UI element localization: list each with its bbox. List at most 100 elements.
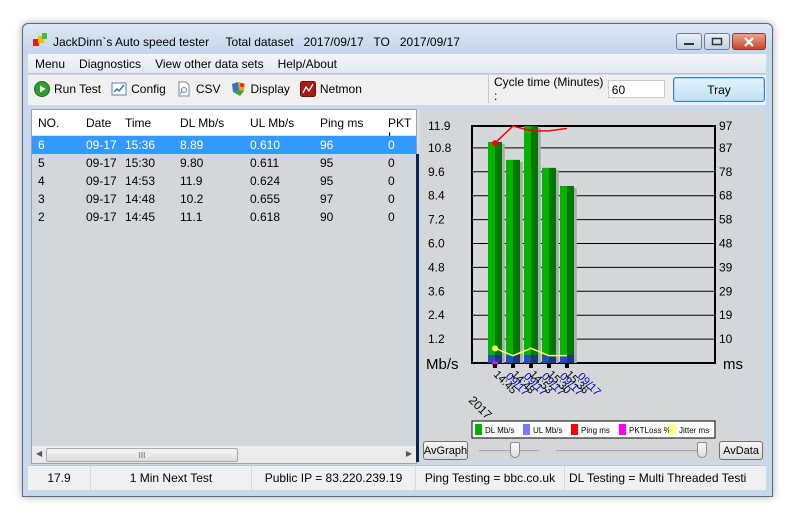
table-row[interactable]: 4 09-17 14:53 11.9 0.624 95 0 xyxy=(32,172,416,190)
ul-bar-side xyxy=(567,355,574,363)
scroll-left-icon[interactable]: ◀ xyxy=(36,449,42,458)
dl-bar-side xyxy=(549,167,556,363)
graph-slider-track[interactable] xyxy=(479,450,539,453)
avgraph-button[interactable]: AvGraph xyxy=(423,441,468,460)
legend-label: DL Mb/s xyxy=(485,426,515,435)
legend-label: Jitter ms xyxy=(679,426,709,435)
data-slider-thumb[interactable] xyxy=(697,442,707,458)
legend-label: PKTLoss % xyxy=(629,426,671,435)
close-icon xyxy=(744,36,754,47)
cell-dl: 11.1 xyxy=(180,210,203,224)
csv-label: CSV xyxy=(195,82,221,96)
column-header-ul[interactable]: UL Mb/s xyxy=(250,116,294,130)
table-row[interactable]: 6 09-17 15:36 8.89 0.610 96 0 xyxy=(32,136,416,154)
cell-ping: 96 xyxy=(320,138,334,152)
data-slider-track[interactable] xyxy=(556,450,702,453)
legend-label: UL Mb/s xyxy=(533,426,563,435)
menu-help-about[interactable]: Help/About xyxy=(271,57,344,71)
close-button[interactable] xyxy=(732,33,766,50)
maximize-button[interactable] xyxy=(704,33,730,50)
left-tick-label: 11.9 xyxy=(428,119,451,133)
cell-no: 5 xyxy=(38,156,45,170)
cell-time: 15:36 xyxy=(125,138,156,152)
status-public-ip: Public IP = 83.220.239.19 xyxy=(252,466,416,490)
right-tick-label: 97 xyxy=(719,119,733,133)
netmon-label: Netmon xyxy=(319,82,362,96)
title-bar: JackDinn`s Auto speed tester Total datas… xyxy=(23,24,772,54)
menu-diagnostics[interactable]: Diagnostics xyxy=(72,57,148,71)
status-value: 17.9 xyxy=(28,466,91,490)
cell-date: 09-17 xyxy=(86,210,117,224)
pane-splitter[interactable] xyxy=(416,154,419,462)
cell-dl: 9.80 xyxy=(180,156,204,170)
left-tick-label: 10.8 xyxy=(428,141,452,155)
legend-swatch xyxy=(619,424,626,435)
avdata-button[interactable]: AvData xyxy=(719,441,763,460)
left-tick-label: 6.0 xyxy=(428,237,445,251)
cell-pkt: 0 xyxy=(388,138,395,152)
column-header-no[interactable]: NO. xyxy=(38,116,59,130)
ul-bar-side xyxy=(531,355,538,363)
play-icon xyxy=(34,81,50,97)
x-tick xyxy=(547,364,551,368)
display-button[interactable]: Display xyxy=(225,81,294,97)
config-chart-icon xyxy=(111,82,127,96)
menu-menu[interactable]: Menu xyxy=(28,57,72,71)
speed-chart: 1.2 2.4 3.6 4.8 6.0 7.2 8.4 9.6 10.8 11.9 10 19 29 39… xyxy=(426,119,743,439)
table-row[interactable]: 2 09-17 14:45 11.1 0.618 90 0 xyxy=(32,208,416,226)
column-header-time[interactable]: Time xyxy=(125,116,151,130)
legend-swatch xyxy=(571,424,578,435)
maximize-icon xyxy=(711,37,723,46)
document-search-icon xyxy=(178,81,190,97)
column-header-date[interactable]: Date xyxy=(86,116,111,130)
cell-pkt: 0 xyxy=(388,210,395,224)
scrollbar-grip: III xyxy=(138,450,146,460)
cell-ul: 0.611 xyxy=(250,156,280,170)
right-tick-label: 48 xyxy=(719,237,733,251)
status-bar: 17.9 1 Min Next Test Public IP = 83.220.… xyxy=(28,465,766,490)
menu-bar: Menu Diagnostics View other data sets He… xyxy=(28,54,766,74)
dl-bar xyxy=(488,141,495,363)
scroll-right-icon[interactable]: ▶ xyxy=(406,449,412,458)
cell-no: 2 xyxy=(38,210,45,224)
x-tick xyxy=(493,364,497,368)
tray-button[interactable]: Tray xyxy=(673,77,765,102)
scrollbar-thumb[interactable]: III xyxy=(46,448,238,462)
cell-date: 09-17 xyxy=(86,156,117,170)
horizontal-scrollbar[interactable]: ◀ III ▶ xyxy=(32,445,416,463)
column-header-dl[interactable]: DL Mb/s xyxy=(180,116,224,130)
csv-button[interactable]: CSV xyxy=(170,81,225,97)
legend-label: Ping ms xyxy=(581,426,610,435)
cell-no: 6 xyxy=(38,138,45,152)
cell-date: 09-17 xyxy=(86,138,117,152)
right-tick-label: 10 xyxy=(719,332,733,346)
run-test-button[interactable]: Run Test xyxy=(28,81,105,97)
right-tick-label: 29 xyxy=(719,284,733,298)
dl-bar-side xyxy=(531,126,538,363)
chart-panel: 1.2 2.4 3.6 4.8 6.0 7.2 8.4 9.6 10.8 11.9 10 19 29 39… xyxy=(420,109,766,462)
cell-ping: 90 xyxy=(320,210,334,224)
status-next-test: 1 Min Next Test xyxy=(91,466,252,490)
cycle-time-input[interactable]: 60 xyxy=(607,80,665,98)
right-tick-label: 78 xyxy=(719,165,733,179)
column-header-ping[interactable]: Ping ms xyxy=(320,116,363,130)
cell-dl: 8.89 xyxy=(180,138,204,152)
cell-time: 14:45 xyxy=(125,210,156,224)
dl-bar xyxy=(506,159,513,363)
netmon-button[interactable]: Netmon xyxy=(294,81,366,97)
config-button[interactable]: Config xyxy=(105,81,170,97)
right-tick-label: 87 xyxy=(719,141,733,155)
menu-view-other-data-sets[interactable]: View other data sets xyxy=(148,57,271,71)
minimize-button[interactable] xyxy=(676,33,702,50)
run-test-label: Run Test xyxy=(54,82,102,96)
cell-pkt: 0 xyxy=(388,156,395,170)
table-row[interactable]: 3 09-17 14:48 10.2 0.655 97 0 xyxy=(32,190,416,208)
dl-bar xyxy=(524,126,531,363)
left-tick-label: 8.4 xyxy=(428,189,445,203)
cell-date: 09-17 xyxy=(86,174,117,188)
cell-ul: 0.610 xyxy=(250,138,281,152)
cell-date: 09-17 xyxy=(86,192,117,206)
graph-slider-thumb[interactable] xyxy=(510,442,520,458)
right-tick-label: 39 xyxy=(719,260,733,274)
table-row[interactable]: 5 09-17 15:30 9.80 0.611 95 0 xyxy=(32,154,416,172)
